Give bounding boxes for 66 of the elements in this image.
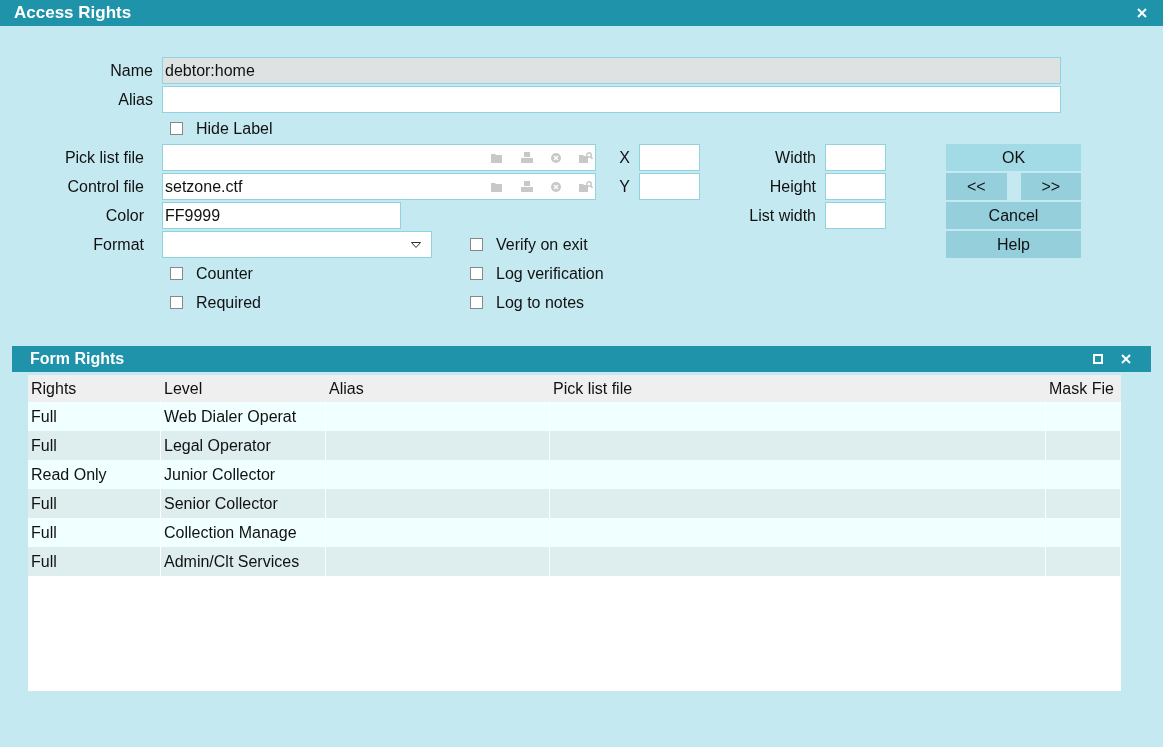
checkbox-label: Verify on exit xyxy=(496,235,588,254)
checkbox[interactable] xyxy=(170,296,183,309)
printer-icon[interactable] xyxy=(521,181,533,192)
color-field[interactable]: FF9999 xyxy=(162,202,401,229)
field-label: List width xyxy=(748,205,817,226)
format-dropdown[interactable] xyxy=(162,231,432,258)
table-row[interactable]: Read Only Junior Collector xyxy=(28,460,1121,489)
table-row[interactable]: Full Legal Operator xyxy=(28,431,1121,460)
name-field[interactable]: debtor:home xyxy=(162,57,1061,84)
dialog-button[interactable]: Help xyxy=(946,231,1081,258)
column-header[interactable]: Rights xyxy=(28,375,161,402)
size-field[interactable] xyxy=(825,144,886,171)
field-label: Height xyxy=(768,176,817,197)
alias-field[interactable] xyxy=(162,86,1061,113)
folder-search-icon[interactable] xyxy=(579,181,593,192)
folder-icon[interactable] xyxy=(491,181,503,192)
size-field[interactable] xyxy=(825,173,886,200)
size-field[interactable] xyxy=(825,202,886,229)
field-label: Pick list file xyxy=(63,147,145,168)
folder-search-icon[interactable] xyxy=(579,152,593,163)
checkbox[interactable] xyxy=(170,267,183,280)
window-title: Access Rights xyxy=(14,3,132,23)
field-label: X xyxy=(618,147,631,168)
dialog-button[interactable]: Cancel xyxy=(946,202,1081,229)
dialog-button[interactable]: OK xyxy=(946,144,1081,171)
column-header[interactable]: Level xyxy=(161,375,326,402)
column-header[interactable]: Mask Fie xyxy=(1046,375,1121,402)
table-cell: Admin/Clt Services xyxy=(161,547,326,576)
close-icon[interactable] xyxy=(1121,354,1131,364)
field-label: Format xyxy=(92,234,145,255)
panel-title: Form Rights xyxy=(30,350,126,368)
printer-icon[interactable] xyxy=(521,152,533,163)
clear-icon[interactable] xyxy=(551,152,561,163)
maximize-icon[interactable] xyxy=(1093,354,1103,364)
field-label: Alias xyxy=(117,90,154,109)
coordinate-field[interactable] xyxy=(639,144,700,171)
dialog-button[interactable]: >> xyxy=(1020,173,1081,200)
table-row[interactable]: Full Senior Collector xyxy=(28,489,1121,518)
table-cell: Full xyxy=(28,547,161,576)
column-header[interactable]: Pick list file xyxy=(550,375,1046,402)
checkbox-label: Counter xyxy=(196,264,253,283)
table-row[interactable]: Full Web Dialer Operat xyxy=(28,402,1121,431)
checkbox[interactable] xyxy=(470,267,483,280)
checkbox-label: Log verification xyxy=(496,264,604,283)
checkbox[interactable] xyxy=(470,238,483,251)
field-label: Width xyxy=(774,147,817,168)
field-label: Y xyxy=(618,176,631,197)
folder-icon[interactable] xyxy=(491,152,503,163)
clear-icon[interactable] xyxy=(551,181,561,192)
field-label: Control file xyxy=(66,176,145,197)
checkbox[interactable] xyxy=(170,122,183,135)
column-header[interactable]: Alias xyxy=(326,375,550,402)
checkbox-label: Log to notes xyxy=(496,293,585,312)
checkbox[interactable] xyxy=(470,296,483,309)
file-field[interactable] xyxy=(162,144,596,171)
field-label: Color xyxy=(104,205,145,226)
table-row[interactable]: Full Collection Manage xyxy=(28,518,1121,547)
table-row[interactable]: Full Admin/Clt Services xyxy=(28,547,1121,576)
file-field[interactable]: setzone.ctf xyxy=(162,173,596,200)
coordinate-field[interactable] xyxy=(639,173,700,200)
close-icon[interactable] xyxy=(1137,8,1147,18)
caret-icon xyxy=(411,241,421,248)
field-label: Name xyxy=(109,61,154,80)
dialog-button[interactable]: << xyxy=(946,173,1007,200)
checkbox-label: Required xyxy=(196,293,261,312)
checkbox-label: Hide Label xyxy=(196,119,273,138)
